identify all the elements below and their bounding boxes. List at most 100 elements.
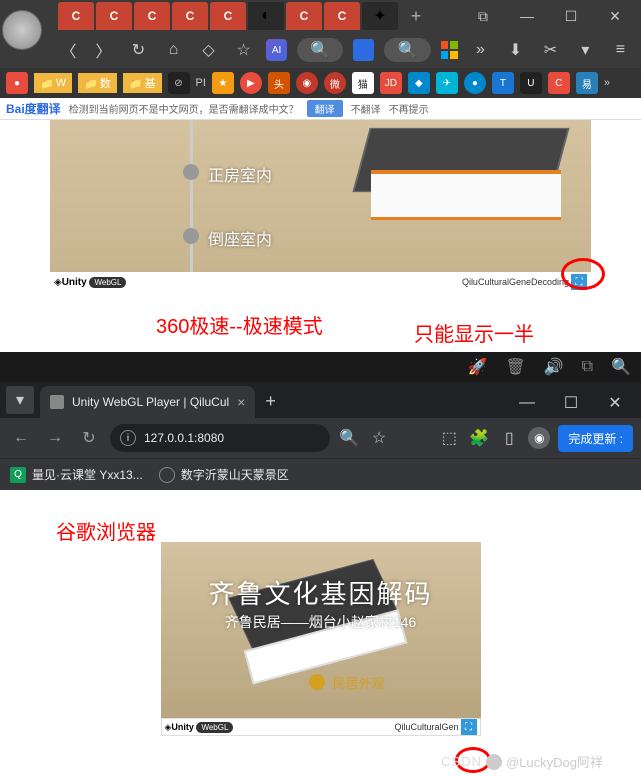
star-icon[interactable]: ☆ bbox=[231, 37, 256, 63]
browser-360: C C C C C ◐ C C ✦ + ⧉ — ☐ ✕ 〈 〉 ↻ ⌂ ◇ ☆ … bbox=[0, 0, 641, 120]
unity-canvas[interactable]: 齐鲁文化基因解码 齐鲁民居——烟台小赵家村146 民居外观 bbox=[161, 542, 481, 718]
address-bar[interactable]: i 127.0.0.1:8080 bbox=[110, 424, 330, 452]
close-icon[interactable]: ✕ bbox=[593, 1, 637, 31]
new-tab-button[interactable]: + bbox=[402, 2, 430, 30]
tab-search-icon[interactable]: ▾ bbox=[6, 386, 34, 414]
scene-title: 齐鲁文化基因解码 bbox=[161, 574, 481, 611]
tile-icon[interactable]: ⧉ bbox=[461, 1, 505, 31]
url-box[interactable]: 🔍 bbox=[384, 38, 430, 62]
reload-icon[interactable]: ↻ bbox=[76, 428, 102, 448]
bookmark-more[interactable]: » bbox=[604, 77, 610, 89]
bookmark-folder[interactable]: 📁基 bbox=[123, 73, 162, 93]
home-icon[interactable]: ⌂ bbox=[161, 37, 186, 63]
more-icon[interactable]: » bbox=[468, 37, 493, 63]
timeline-dot[interactable] bbox=[183, 228, 199, 244]
apps-icon[interactable] bbox=[441, 41, 458, 59]
browser-tab[interactable]: C bbox=[324, 2, 360, 30]
dropdown-icon[interactable]: ▾ bbox=[573, 37, 598, 63]
site-info-icon[interactable]: i bbox=[120, 430, 136, 446]
maximize-icon[interactable]: ☐ bbox=[549, 388, 593, 418]
unity-canvas[interactable]: 正房室内 倒座室内 bbox=[50, 120, 591, 272]
chrome-tab[interactable]: Unity WebGL Player | QiluCul × bbox=[40, 386, 255, 418]
back-icon[interactable]: 〈 bbox=[56, 37, 81, 63]
bookmark-icon[interactable]: 头 bbox=[268, 72, 290, 94]
bookmark-label[interactable]: PI bbox=[196, 77, 206, 89]
forward-icon[interactable]: 〉 bbox=[91, 37, 116, 63]
scene-subtitle: 齐鲁民居——烟台小赵家村146 bbox=[161, 612, 481, 632]
rocket-icon[interactable]: 🚀 bbox=[467, 357, 487, 377]
annotation-text: 只能显示一半 bbox=[414, 318, 534, 347]
profile-icon[interactable]: ◉ bbox=[528, 427, 550, 449]
bookmark-icon[interactable]: ● bbox=[6, 72, 28, 94]
bookmark-icon[interactable]: JD bbox=[380, 72, 402, 94]
tab-close-icon[interactable]: × bbox=[237, 394, 245, 410]
bookmark-folder[interactable]: 📁数 bbox=[78, 73, 117, 93]
ai-icon[interactable]: AI bbox=[266, 39, 287, 61]
project-name: QiluCulturalGen bbox=[394, 722, 458, 732]
translate-button[interactable]: 翻译 bbox=[307, 100, 343, 117]
baidu-icon[interactable] bbox=[353, 39, 374, 61]
bookmark-icon[interactable]: 猫 bbox=[352, 72, 374, 94]
browser-tab[interactable]: C bbox=[210, 2, 246, 30]
browser-tab[interactable]: C bbox=[58, 2, 94, 30]
bookmark-icon[interactable]: ◆ bbox=[408, 72, 430, 94]
search-icon[interactable]: 🔍 bbox=[338, 427, 360, 449]
search-icon[interactable]: 🔍 bbox=[611, 357, 631, 377]
reader-icon[interactable]: ▯ bbox=[498, 427, 520, 449]
timeline-dot[interactable] bbox=[183, 164, 199, 180]
back-icon[interactable]: ← bbox=[8, 429, 34, 447]
timeline-label[interactable]: 正房室内 bbox=[208, 162, 272, 186]
bookmark-icon[interactable]: C bbox=[548, 72, 570, 94]
browser-tab[interactable]: C bbox=[172, 2, 208, 30]
opera-toolbar: 🚀 🗑 🔊 ⧉ 🔍 bbox=[0, 352, 641, 382]
menu-icon[interactable]: ≡ bbox=[608, 37, 633, 63]
browser-tab[interactable]: C bbox=[134, 2, 170, 30]
bookmark-icon[interactable]: ★ bbox=[212, 72, 234, 94]
bookmark-icon[interactable]: U bbox=[520, 72, 542, 94]
bookmark-icon[interactable]: ⊘ bbox=[168, 72, 190, 94]
update-button[interactable]: 完成更新 : bbox=[558, 425, 633, 452]
never-prompt-link[interactable]: 不再提示 bbox=[389, 101, 429, 116]
star-icon[interactable]: ☆ bbox=[368, 427, 390, 449]
browser-tab-active[interactable]: ✦ bbox=[362, 2, 398, 30]
bookmark-icon[interactable]: T bbox=[492, 72, 514, 94]
scissors-icon[interactable]: ✂ bbox=[538, 37, 563, 63]
tab-bar: C C C C C ◐ C C ✦ + ⧉ — ☐ ✕ bbox=[0, 0, 641, 32]
fullscreen-icon[interactable]: ⛶ bbox=[571, 274, 587, 290]
hotspot-label[interactable]: 民居外观 bbox=[333, 673, 385, 692]
maximize-icon[interactable]: ☐ bbox=[549, 1, 593, 31]
trash-icon[interactable]: 🗑 bbox=[505, 357, 525, 377]
timeline-label[interactable]: 倒座室内 bbox=[208, 226, 272, 250]
no-translate-link[interactable]: 不翻译 bbox=[351, 101, 381, 116]
profile-avatar[interactable] bbox=[2, 10, 42, 50]
search-box[interactable]: 🔍 bbox=[297, 38, 343, 62]
new-tab-button[interactable]: + bbox=[265, 391, 276, 412]
extension-icon[interactable]: ⬚ bbox=[438, 427, 460, 449]
reload-icon[interactable]: ↻ bbox=[126, 37, 151, 63]
browser-tab[interactable]: ◐ bbox=[248, 2, 284, 30]
unity-footer: ◈ Unity WebGL QiluCulturalGeneDecoding ⛶ bbox=[50, 272, 591, 292]
bookmark-folder[interactable]: 📁W bbox=[34, 73, 72, 93]
bookmark-icon[interactable]: ▶ bbox=[240, 72, 262, 94]
tile-icon[interactable]: ⧉ bbox=[582, 358, 593, 376]
bookmark-item[interactable]: 数字沂蒙山天蒙景区 bbox=[159, 466, 289, 483]
hotspot-dot[interactable] bbox=[309, 674, 325, 690]
shield-icon[interactable]: ◇ bbox=[196, 37, 221, 63]
minimize-icon[interactable]: — bbox=[505, 388, 549, 418]
extensions-icon[interactable]: 🧩 bbox=[468, 427, 490, 449]
volume-icon[interactable]: 🔊 bbox=[544, 357, 564, 377]
bookmark-icon[interactable]: ● bbox=[464, 72, 486, 94]
forward-icon[interactable]: → bbox=[42, 429, 68, 447]
download-icon[interactable]: ⬇ bbox=[503, 37, 528, 63]
bookmark-item[interactable]: Q 量见·云课堂 Yxx13... bbox=[10, 466, 143, 483]
close-icon[interactable]: ✕ bbox=[593, 388, 637, 418]
browser-tab[interactable]: C bbox=[286, 2, 322, 30]
bookmark-icon[interactable]: 微 bbox=[324, 72, 346, 94]
minimize-icon[interactable]: — bbox=[505, 1, 549, 31]
bookmark-icon[interactable]: ✈ bbox=[436, 72, 458, 94]
project-name: QiluCulturalGeneDecoding bbox=[462, 277, 569, 287]
fullscreen-icon[interactable]: ⛶ bbox=[461, 719, 477, 735]
bookmark-icon[interactable]: ◉ bbox=[296, 72, 318, 94]
bookmark-icon[interactable]: 易 bbox=[576, 72, 598, 94]
browser-tab[interactable]: C bbox=[96, 2, 132, 30]
